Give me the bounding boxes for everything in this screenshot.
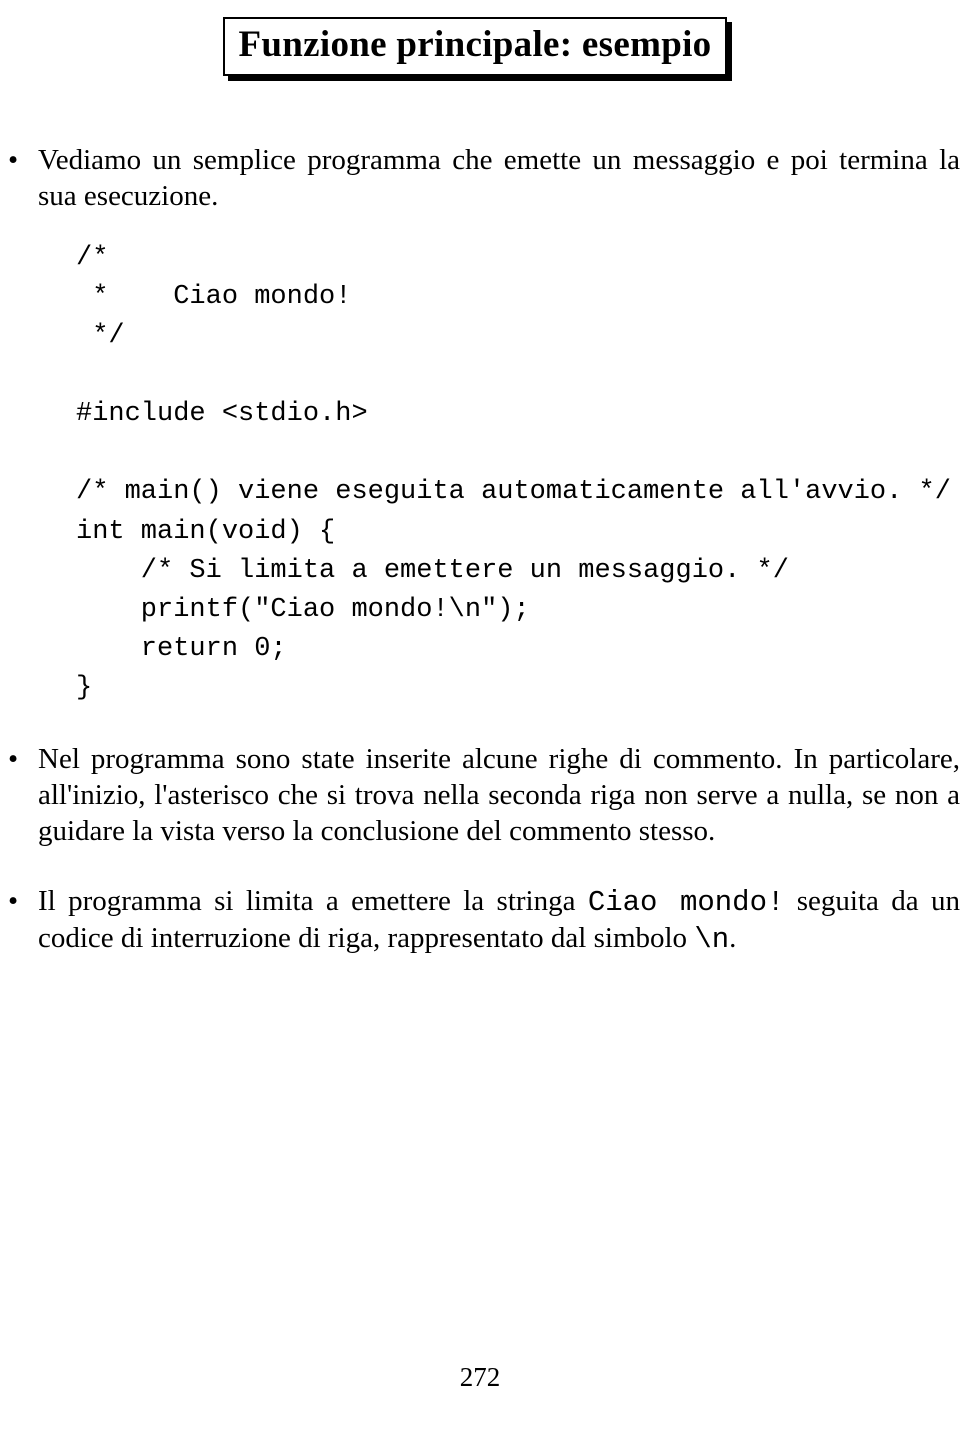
title-shadow: Funzione principale: esempio xyxy=(228,22,733,81)
list-item: Vediamo un semplice programma che emette… xyxy=(0,143,960,709)
bullet-list: Vediamo un semplice programma che emette… xyxy=(0,143,960,958)
title-wrap: Funzione principale: esempio xyxy=(0,22,960,81)
bullet-3-code-1: Ciao mondo! xyxy=(588,886,785,919)
bullet-3-post: . xyxy=(729,922,736,954)
bullet-3-pre: Il programma si limita a emettere la str… xyxy=(38,885,588,917)
page-number: 272 xyxy=(0,1362,960,1393)
code-block: /* * Ciao mondo! */ #include <stdio.h> /… xyxy=(76,239,960,709)
page-title: Funzione principale: esempio xyxy=(223,17,728,76)
list-item: Il programma si limita a emettere la str… xyxy=(0,884,960,958)
list-item: Nel programma sono state inserite alcune… xyxy=(0,742,960,850)
bullet-1-text: Vediamo un semplice programma che emette… xyxy=(38,143,960,215)
bullet-2-text: Nel programma sono state inserite alcune… xyxy=(38,742,960,850)
bullet-3-text: Il programma si limita a emettere la str… xyxy=(38,884,960,958)
page-container: Funzione principale: esempio Vediamo un … xyxy=(0,0,960,1429)
bullet-3-code-2: \n xyxy=(694,923,729,956)
